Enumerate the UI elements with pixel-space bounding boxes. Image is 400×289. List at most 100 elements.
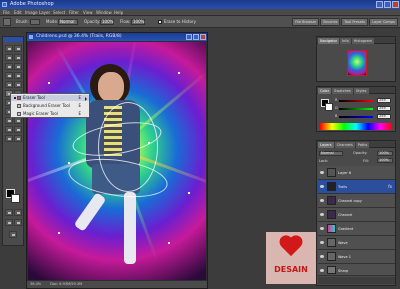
menu-help[interactable]: Help [114,9,123,16]
move-tool-icon[interactable] [14,45,22,52]
eyedropper-tool-icon[interactable] [14,126,22,133]
tab-navigator[interactable]: Navigator [318,38,340,44]
layer-row[interactable]: Layer 6 [318,166,395,180]
tab-paths[interactable]: Paths [355,142,370,148]
hand-tool-icon[interactable] [5,135,13,142]
menu-item-eraser-tool[interactable]: Eraser Tool E [11,95,89,101]
layer-fill-field[interactable]: 100% [377,158,393,163]
visibility-eye-icon[interactable] [320,241,324,244]
visibility-eye-icon[interactable] [320,227,324,230]
tab-layer-comps[interactable]: Layer Comps [369,18,398,26]
image-canvas[interactable] [28,42,206,280]
blend-mode-select[interactable]: Normal [319,151,343,156]
sparkle [178,72,180,74]
tab-info[interactable]: Info [340,38,351,44]
pen-tool-icon[interactable] [5,117,13,124]
marquee-tool-icon[interactable] [5,45,13,52]
tab-histogram[interactable]: Histogram [351,38,374,44]
tab-brushes[interactable]: Brushes [320,18,341,26]
layer-row[interactable]: Channel copy [318,194,395,208]
quick-mask-mode-icon[interactable] [14,209,22,216]
sparkle [168,242,170,244]
layer-effects-icon[interactable]: fx [388,184,392,189]
lasso-tool-icon[interactable] [5,54,13,61]
magic-wand-tool-icon[interactable] [14,54,22,61]
status-zoom[interactable]: 36.4% [30,282,41,286]
zoom-tool-icon[interactable] [14,135,22,142]
brush-picker[interactable] [30,19,40,25]
standard-mode-icon[interactable] [5,209,13,216]
full-screen-mode-icon[interactable] [14,219,22,226]
visibility-eye-icon[interactable] [320,185,324,188]
palette-well: File Browser Brushes Tool Presets Layer Com… [291,18,398,26]
menu-window[interactable]: Window [96,9,112,16]
layer-row[interactable]: Gradient [318,222,395,236]
menu-select[interactable]: Select [53,9,65,16]
blue-slider[interactable] [339,116,373,118]
eraser-tool-icon[interactable] [3,18,11,26]
tab-file-browser[interactable]: File Browser [292,18,320,26]
green-value[interactable]: 255 [377,106,391,111]
doc-maximize-button[interactable] [193,34,199,40]
layer-name: Channel [338,213,353,217]
mode-select[interactable]: Normal [58,19,78,25]
layer-opacity-field[interactable]: 100% [377,151,393,156]
visibility-eye-icon[interactable] [320,213,324,216]
menu-layer[interactable]: Layer [39,9,50,16]
color-spectrum-ramp[interactable] [320,123,392,130]
menu-file[interactable]: File [3,9,10,16]
flow-field[interactable]: 100% [131,19,145,25]
navigator-thumbnail[interactable] [347,50,367,76]
tab-channels[interactable]: Channels [334,142,355,148]
slice-tool-icon[interactable] [14,63,22,70]
tab-styles[interactable]: Styles [353,88,369,94]
tab-color[interactable]: Color [318,88,332,94]
tab-layers[interactable]: Layers [318,142,334,148]
screen-mode-icon[interactable] [5,219,13,226]
red-value[interactable]: 255 [377,98,391,103]
blue-value[interactable]: 255 [377,114,391,119]
red-slider[interactable] [339,100,373,102]
green-slider[interactable] [339,108,373,110]
layer-row[interactable]: Wave [318,236,395,250]
minimize-button[interactable] [376,1,383,8]
erase-to-history-checkbox[interactable] [158,20,162,24]
visibility-eye-icon[interactable] [320,255,324,258]
shape-tool-icon[interactable] [14,117,22,124]
tab-tool-presets[interactable]: Tool Presets [341,18,369,26]
clone-stamp-tool-icon[interactable] [5,81,13,88]
menu-edit[interactable]: Edit [14,9,22,16]
layer-name: Wave [338,241,348,245]
layer-row-selected[interactable]: Trails fx [318,180,395,194]
menu-image[interactable]: Image [25,9,38,16]
visibility-eye-icon[interactable] [320,199,324,202]
visibility-eye-icon[interactable] [320,269,324,272]
background-color-swatch[interactable] [11,194,20,203]
tab-swatches[interactable]: Swatches [332,88,353,94]
doc-minimize-button[interactable] [186,34,192,40]
document-icon [29,35,33,39]
layers-bottom-toolbar [318,277,395,284]
healing-brush-tool-icon[interactable] [5,72,13,79]
crop-tool-icon[interactable] [5,63,13,70]
layer-row[interactable]: Sharp [318,264,395,276]
menu-item-magic-eraser-tool[interactable]: Magic Eraser Tool E [11,111,89,117]
menu-filter[interactable]: Filter [69,9,79,16]
notes-tool-icon[interactable] [5,126,13,133]
document-window: Childrens.psd @ 36.4% (Trails, RGB/8) 36… [26,32,208,289]
imageready-jump-icon[interactable] [9,231,17,238]
history-brush-tool-icon[interactable] [14,81,22,88]
color-background-swatch[interactable] [325,103,333,111]
menu-item-background-eraser-tool[interactable]: Background Eraser Tool E [11,103,89,109]
layer-row[interactable]: Channel [318,208,395,222]
toolbox-header [3,37,23,42]
opacity-field[interactable]: 100% [100,19,114,25]
layer-row[interactable]: Wave 1 [318,250,395,264]
brush-tool-icon[interactable] [14,72,22,79]
close-button[interactable] [392,1,399,8]
maximize-button[interactable] [384,1,391,8]
layers-tabs: Layers Channels Paths [317,141,395,148]
menu-view[interactable]: View [83,9,93,16]
doc-close-button[interactable] [200,34,206,40]
visibility-eye-icon[interactable] [320,171,324,174]
